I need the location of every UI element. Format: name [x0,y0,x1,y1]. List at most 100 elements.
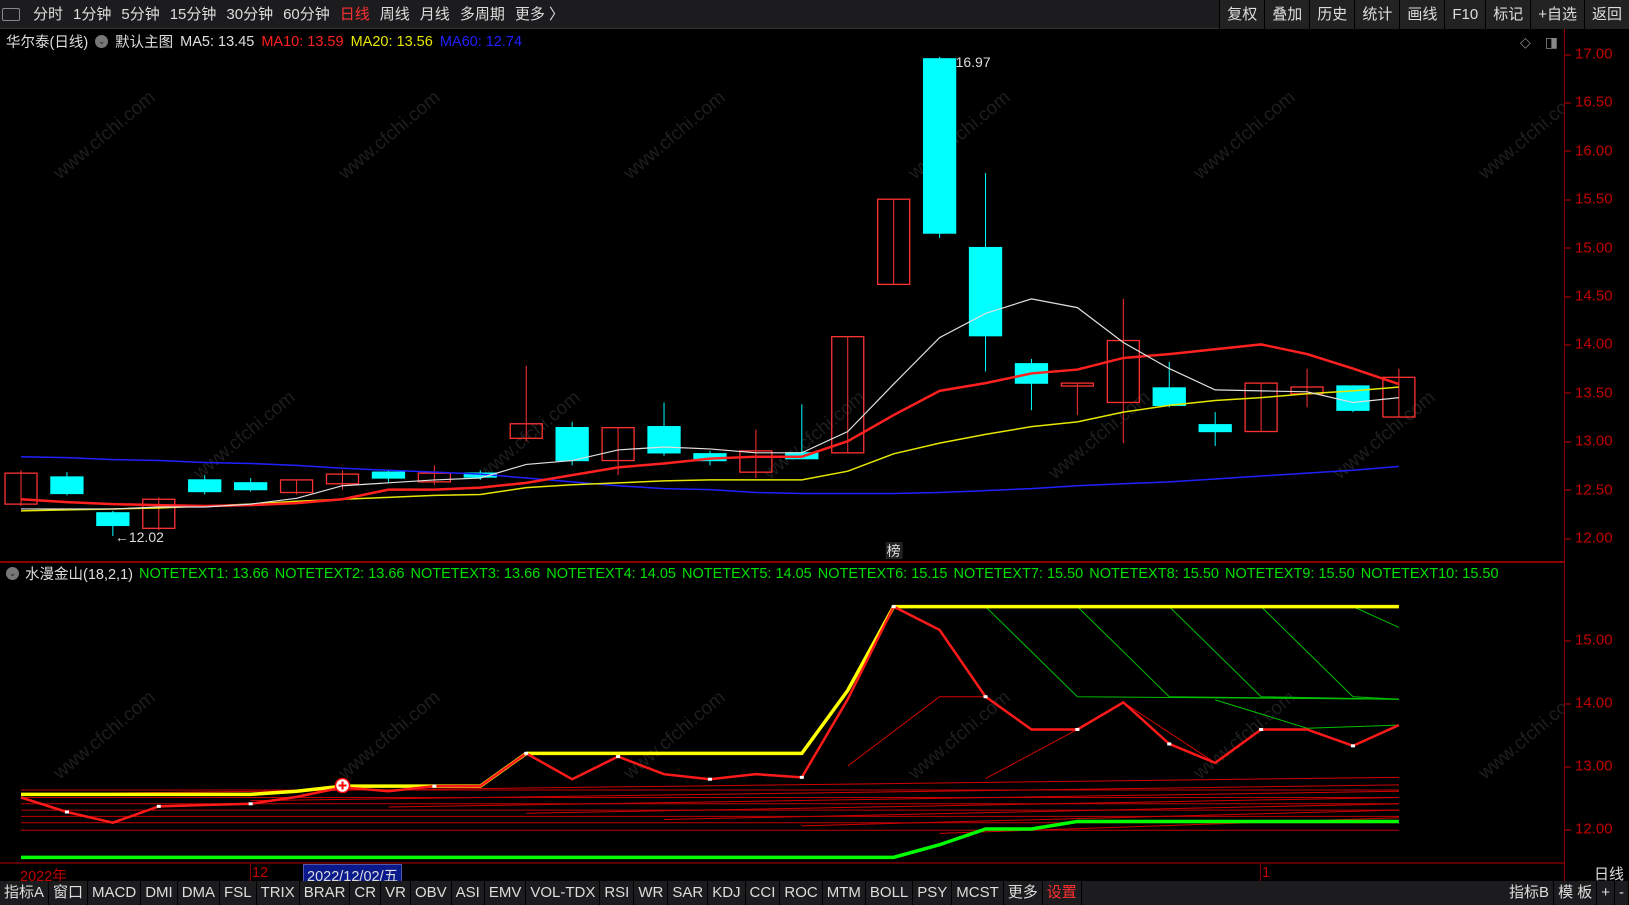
fan-line-green [1077,606,1399,700]
candle-down [647,426,681,454]
period-tab[interactable]: 月线 [415,0,455,29]
indicator-point [64,810,69,814]
period-tab[interactable]: 周线 [375,0,415,29]
indicator-button[interactable]: + [1597,881,1615,905]
indicator-button[interactable]: 窗口 [49,881,89,905]
diamond-icon[interactable]: ◇ [1520,34,1531,51]
watermark: www.cfchi.com [1474,87,1564,184]
indicator-button[interactable]: MTM [823,881,866,905]
toolbar-button[interactable]: 标记 [1485,0,1531,29]
indicator-point [983,695,988,699]
period-tab[interactable]: 5分钟 [116,0,164,29]
indicator-button[interactable]: ASI [452,881,485,905]
candle-down [50,476,84,495]
period-tab[interactable]: 30分钟 [221,0,278,29]
chart-canvas[interactable]: www.cfchi.com www.cfchi.com www.cfchi.com w… [0,0,1564,881]
indicator-tick: 15.00 [1565,631,1613,649]
high-price-label: 16.97 [956,54,991,70]
price-tick: 15.00 [1565,239,1613,257]
indicator-button[interactable]: CR [350,881,382,905]
indicator-point [1167,742,1172,746]
indicator-button[interactable]: 设置 [1043,881,1082,905]
date-month-label: 12 [252,865,269,881]
fan-line-green [985,606,1399,700]
indicator-button[interactable]: DMI [141,881,178,905]
indicator-button[interactable]: CCI [746,881,781,905]
watermark: www.cfchi.com [334,687,445,784]
period-tab[interactable]: 多周期 [455,0,510,29]
indicator-button[interactable]: MCST [952,881,1004,905]
fan-line-red [388,790,1399,808]
indicator-button[interactable]: 指标A [0,881,50,905]
note-value: NOTETEXT3: 13.66 [410,565,541,582]
chart-tools: ◇ ◨ [1520,34,1558,51]
date-axis: 2022年 12 2022/12/02/五 1 [0,862,1564,887]
indicator-dropdown-icon[interactable]: ⌄ [6,567,19,580]
period-tab[interactable]: 日线 [335,0,375,29]
indicator-point [248,802,253,806]
indicator-button[interactable]: OBV [411,881,452,905]
toolbar-button[interactable]: F10 [1444,0,1486,29]
toolbar-button[interactable]: 画线 [1399,0,1445,29]
price-tick: 12.00 [1565,529,1613,547]
period-tab[interactable]: 15分钟 [165,0,222,29]
stock-title: 华尔泰(日线) [6,35,89,51]
indicator-button[interactable]: FSL [220,881,257,905]
sidebar-toggle-icon[interactable]: ◨ [1545,34,1558,51]
ma5-value: MA5: 13.45 [180,33,255,50]
period-tab[interactable]: 1分钟 [68,0,116,29]
period-tab[interactable]: 分时 [28,0,68,29]
fan-line-green [1260,606,1399,700]
watermark: www.cfchi.com [1189,87,1300,184]
indicator-button[interactable]: VOL-TDX [526,881,601,905]
function-buttons: 复权 叠加 历史 统计 画线 F10 标记 +自选 返回 [1219,0,1629,29]
indicator-button[interactable]: DMA [178,881,221,905]
candle-down [188,479,222,493]
indicator-button[interactable]: KDJ [708,881,746,905]
rank-marker: 榜 [887,543,901,559]
indicator-button[interactable]: SAR [668,881,709,905]
candle-down [1152,387,1186,407]
toolbar-button[interactable]: +自选 [1530,0,1584,29]
period-tab[interactable]: 60分钟 [278,0,335,29]
indicator-button[interactable]: 更多 [1004,881,1043,905]
indicator-buttons: 指标A 窗口 MACD DMI DMA FSL TRIX BRAR CR VR OBV ASI EMV V… [0,881,1082,905]
toolbar-button[interactable]: 历史 [1309,0,1355,29]
indicator-button[interactable]: 模 板 [1554,881,1598,905]
note-value: NOTETEXT8: 15.50 [1089,565,1219,582]
indicator-button[interactable]: VR [381,881,411,905]
indicator-tick: 14.00 [1565,694,1613,712]
indicator-point [707,777,712,781]
candle-down [968,246,1003,337]
indicator-button[interactable]: RSI [600,881,635,905]
template-dropdown-icon[interactable]: ⌄ [95,35,109,48]
toolbar-button[interactable]: 统计 [1354,0,1400,29]
indicator-name[interactable]: 水漫金山(18,2,1) [25,563,133,584]
toolbar-button[interactable]: 叠加 [1264,0,1310,29]
note-value: NOTETEXT1: 13.66 [138,565,269,582]
indicator-button[interactable]: MACD [88,881,142,905]
fan-line-red [664,803,1399,821]
toolbar-button[interactable]: 返回 [1583,0,1629,29]
indicator-button[interactable]: BOLL [866,881,914,905]
template-label[interactable]: 默认主图 [115,31,173,52]
indicator-tick: 12.00 [1565,820,1613,838]
indicator-button[interactable]: WR [634,881,669,905]
indicator-button[interactable]: EMV [485,881,527,905]
fan-line-green [1168,606,1399,700]
watermark: www.cfchi.com [189,387,300,484]
indicator-button[interactable]: BRAR [300,881,351,905]
panel-toggle-icon[interactable] [2,8,20,21]
indicator-button[interactable]: ROC [780,881,823,905]
period-tab[interactable]: 更多 〉 [510,0,569,29]
indicator-point [1259,727,1264,731]
indicator-button[interactable]: PSY [913,881,953,905]
note-value: NOTETEXT6: 15.15 [817,565,948,582]
indicator-button[interactable]: - [1615,881,1629,905]
note-value: NOTETEXT2: 13.66 [274,565,405,582]
toolbar-button[interactable]: 复权 [1219,0,1265,29]
main-chart-legend: 华尔泰(日线) ⌄ 默认主图 MA5: 13.45 MA10: 13.59 MA… [6,31,522,52]
price-tick: 16.00 [1565,142,1613,160]
indicator-button[interactable]: 指标B [1505,881,1555,905]
indicator-button[interactable]: TRIX [257,881,300,905]
